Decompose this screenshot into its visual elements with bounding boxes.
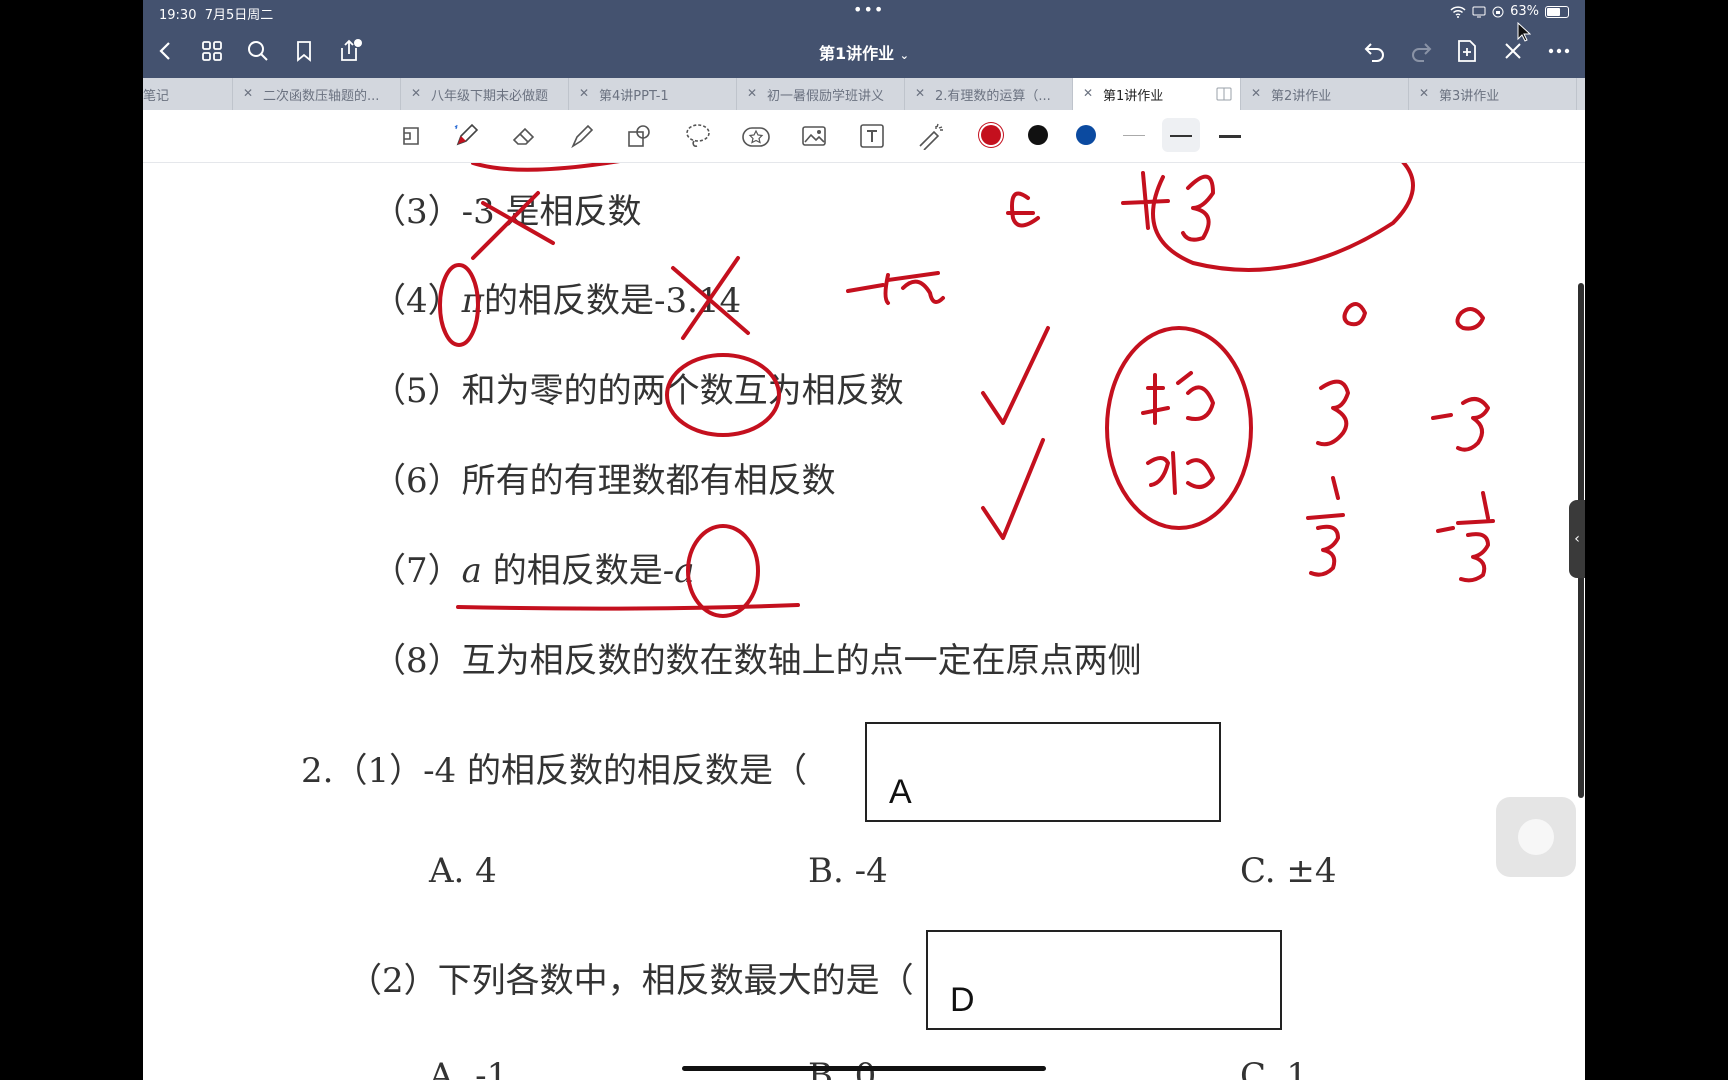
tab-close-icon[interactable]: ✕ [1083,86,1093,100]
answer-2-text: D [950,981,975,1019]
side-panel-toggle-icon[interactable]: ‹ [1569,500,1585,578]
chevron-down-icon: ⌄ [899,49,909,62]
sticker-icon[interactable] [740,120,772,152]
tab-3[interactable]: ✕ 八年级下期末必做题 [401,78,569,110]
nav-bar: 第1讲作业 ⌄ [143,24,1585,78]
tab-7-active[interactable]: ✕ 第1讲作业 [1073,78,1241,110]
question-1-6: （6）所有的有理数都有相反数 [372,461,836,501]
status-bar: 19:30 7月5日周二 ••• 63% [143,0,1585,24]
battery-icon [1545,5,1569,18]
stroke-thick[interactable] [1219,135,1241,138]
shapes-icon[interactable] [624,120,656,152]
tab-6[interactable]: ✕ 2.有理数的运算（... [905,78,1073,110]
question-2-2: （2）下列各数中，相反数最大的是（ [348,961,914,1001]
add-page-icon[interactable] [1452,36,1482,66]
question-1-5: （5）和为零的的两个数互为相反数 [372,371,904,411]
laser-pointer-icon[interactable] [914,120,946,152]
stroke-thin[interactable] [1123,135,1145,136]
tab-close-icon[interactable]: ✕ [243,86,253,100]
orientation-lock-icon [1492,6,1504,17]
redo-icon[interactable] [1406,36,1436,66]
assistive-touch-dot [1518,819,1554,855]
text-box-icon[interactable] [856,120,888,152]
assistive-touch-button[interactable] [1496,797,1576,877]
question-1-8: （8）互为相反数的数在数轴上的点一定在原点两侧 [372,641,1142,681]
tab-strip: 笔记 ✕ 二次函数压轴题的... ✕ 八年级下期末必做题 ✕ 第4讲PPT-1 ✕ 初一… [143,78,1585,110]
tab-5[interactable]: ✕ 初一暑假励学班讲义 [737,78,905,110]
mouse-cursor-icon [1517,22,1531,42]
question-1-7: （7）a 的相反数是-a [372,551,695,591]
image-icon[interactable] [798,120,830,152]
tab-2[interactable]: ✕ 二次函数压轴题的... [233,78,401,110]
tab-close-icon[interactable]: ✕ [579,86,589,100]
lasso-icon[interactable] [682,120,714,152]
highlighter-icon[interactable] [566,120,598,152]
split-view-icon[interactable] [1216,87,1232,101]
tab-close-icon[interactable]: ✕ [1419,86,1429,100]
drawing-toolbar [143,110,1585,163]
tab-8[interactable]: ✕ 第2讲作业 [1241,78,1409,110]
battery-percent: 63% [1510,4,1539,19]
question-1-3: （3）-3 是相反数 [372,192,642,232]
question-1-4: （4）π的相反数是-3.14 [372,281,742,321]
tab-close-icon[interactable]: ✕ [411,86,421,100]
home-indicator[interactable] [682,1066,1046,1071]
pen-icon[interactable] [450,120,482,152]
tab-close-icon[interactable]: ✕ [747,86,757,100]
question-2-1: 2.（1）-4 的相反数的相反数是（ [301,751,807,791]
status-right: 63% [1450,4,1569,19]
color-black[interactable] [1028,125,1048,145]
answer-box-1[interactable]: A [865,722,1221,822]
stroke-medium[interactable] [1170,135,1192,137]
color-blue[interactable] [1076,125,1096,145]
option-c-2: C. 1 [1240,1056,1309,1080]
option-a: A. 4 [429,851,497,891]
document-page[interactable]: （3）-3 是相反数 （4）π的相反数是-3.14 （5）和为零的的两个数互为相… [143,163,1585,1080]
tab-close-icon[interactable]: ✕ [915,86,925,100]
answer-box-2[interactable]: D [926,930,1282,1030]
eraser-icon[interactable] [508,120,540,152]
option-b: B. -4 [808,851,888,891]
wifi-icon [1450,5,1466,18]
option-c: C. ±4 [1240,851,1337,891]
tab-1[interactable]: 笔记 [143,78,233,110]
screen-mirror-icon [1472,6,1486,17]
app-screen: 19:30 7月5日周二 ••• 63% 第1讲作业 ⌄ 笔记 ✕ 二次函数压轴… [143,0,1585,1080]
tab-9[interactable]: ✕ 第3讲作业 [1409,78,1577,110]
answer-1-text: A [889,773,912,811]
tab-4[interactable]: ✕ 第4讲PPT-1 [569,78,737,110]
more-icon[interactable] [1544,36,1574,66]
handwriting-annotations [438,163,1495,618]
battery-fill [1547,7,1560,16]
option-a-2: A. -1 [429,1056,509,1080]
tab-close-icon[interactable]: ✕ [1251,86,1261,100]
scan-select-icon[interactable] [395,120,427,152]
color-red-selected[interactable] [981,125,1001,145]
status-time: 19:30 7月5日周二 [159,8,274,23]
undo-icon[interactable] [1360,36,1390,66]
multitask-dots-icon[interactable]: ••• [853,0,884,19]
